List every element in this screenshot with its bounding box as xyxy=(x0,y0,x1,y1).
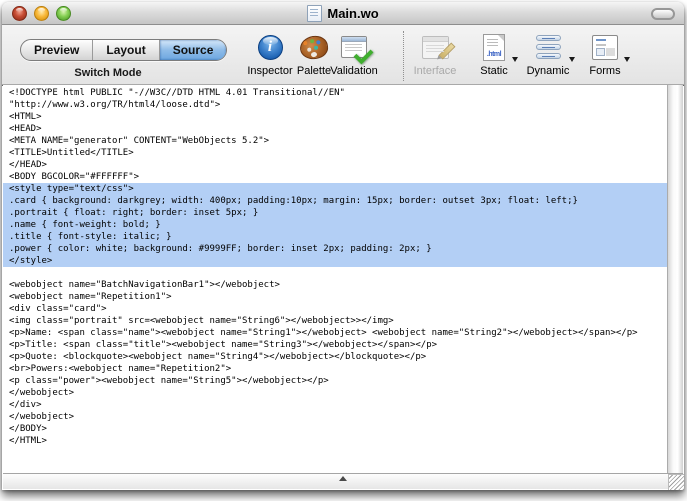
tab-source[interactable]: Source xyxy=(160,40,227,60)
editor-area: <!DOCTYPE html PUBLIC "-//W3C//DTD HTML … xyxy=(3,85,683,473)
resize-grip[interactable] xyxy=(668,474,684,490)
toolbar-toggle-button[interactable] xyxy=(651,8,675,20)
code-line[interactable]: <webobject name="BatchNavigationBar1"></… xyxy=(3,279,667,291)
forms-label: Forms xyxy=(582,65,628,77)
code-line[interactable]: <p>Quote: <blockquote><webobject name="S… xyxy=(3,351,667,363)
code-line[interactable]: <webobject name="Repetition1"> xyxy=(3,291,667,303)
interface-button: Interface xyxy=(410,30,460,77)
splitter-caret-icon xyxy=(339,476,347,481)
code-line[interactable]: <BODY BGCOLOR="#FFFFFF"> xyxy=(3,171,667,183)
inspector-label: Inspector xyxy=(244,65,296,77)
screen: Main.wo Preview Layout Source Switch Mod… xyxy=(0,0,687,501)
code-line[interactable]: <!DOCTYPE html PUBLIC "-//W3C//DTD HTML … xyxy=(3,87,667,99)
button-stack-icon xyxy=(536,34,561,60)
code-line[interactable]: </style> xyxy=(3,255,667,267)
dropdown-arrow-icon xyxy=(569,57,575,62)
code-line[interactable]: </BODY> xyxy=(3,423,667,435)
window-pencil-icon xyxy=(422,36,449,59)
code-line[interactable]: <p>Name: <span class="name"><webobject n… xyxy=(3,327,667,339)
pencil-icon xyxy=(438,42,455,59)
code-line[interactable]: .card { background: darkgrey; width: 400… xyxy=(3,195,667,207)
static-button[interactable]: .html Static xyxy=(472,30,516,77)
inspector-button[interactable]: i Inspector xyxy=(244,30,296,77)
minimize-button[interactable] xyxy=(34,6,49,21)
palette-icon xyxy=(299,34,330,61)
dropdown-arrow-icon xyxy=(512,57,518,62)
code-line[interactable]: <div class="card"> xyxy=(3,303,667,315)
code-line[interactable]: </HTML> xyxy=(3,435,667,447)
html-document-icon: .html xyxy=(483,34,505,61)
code-line[interactable]: .power { color: white; background: #9999… xyxy=(3,243,667,255)
code-line[interactable]: <img class="portrait" src=<webobject nam… xyxy=(3,315,667,327)
form-window-icon xyxy=(592,35,618,60)
validation-label: Validation xyxy=(328,65,380,77)
code-line[interactable]: <TITLE>Untitled</TITLE> xyxy=(3,147,667,159)
document-icon xyxy=(307,5,322,22)
dynamic-button[interactable]: Dynamic xyxy=(523,30,573,77)
code-line[interactable]: "http://www.w3.org/TR/html4/loose.dtd"> xyxy=(3,99,667,111)
toolbar-separator xyxy=(403,31,404,81)
dynamic-label: Dynamic xyxy=(523,65,573,77)
validation-button[interactable]: Validation xyxy=(328,30,380,77)
window-title: Main.wo xyxy=(327,6,378,21)
close-button[interactable] xyxy=(12,6,27,21)
toolbar: Preview Layout Source Switch Mode i Insp… xyxy=(2,25,684,86)
dropdown-arrow-icon xyxy=(624,57,630,62)
tab-layout[interactable]: Layout xyxy=(93,40,159,60)
forms-button[interactable]: Forms xyxy=(582,30,628,77)
interface-label: Interface xyxy=(410,65,460,77)
info-circle-icon: i xyxy=(258,35,283,60)
code-line[interactable]: <HTML> xyxy=(3,111,667,123)
vertical-scrollbar[interactable] xyxy=(667,85,683,473)
bottom-splitter-bar[interactable] xyxy=(3,473,683,489)
tab-preview[interactable]: Preview xyxy=(21,40,93,60)
code-line[interactable]: .name { font-weight: bold; } xyxy=(3,219,667,231)
code-line[interactable]: </div> xyxy=(3,399,667,411)
static-label: Static xyxy=(472,65,516,77)
traffic-lights xyxy=(12,6,71,21)
code-line[interactable]: <META NAME="generator" CONTENT="WebObjec… xyxy=(3,135,667,147)
code-line[interactable]: <br>Powers:<webobject name="Repetition2"… xyxy=(3,363,667,375)
code-line[interactable]: .portrait { float: right; border: inset … xyxy=(3,207,667,219)
code-line[interactable]: <p class="power"><webobject name="String… xyxy=(3,375,667,387)
green-check-icon xyxy=(354,45,374,65)
mode-segmented-control: Preview Layout Source xyxy=(20,39,227,61)
code-line[interactable]: <style type="text/css"> xyxy=(3,183,667,195)
window-title-group: Main.wo xyxy=(307,5,378,22)
code-line[interactable]: <p>Title: <span class="title"><webobject… xyxy=(3,339,667,351)
switch-mode-label: Switch Mode xyxy=(20,67,196,79)
zoom-button[interactable] xyxy=(56,6,71,21)
code-line[interactable]: </webobject> xyxy=(3,387,667,399)
code-line[interactable] xyxy=(3,267,667,279)
code-line[interactable]: <HEAD> xyxy=(3,123,667,135)
page-check-icon xyxy=(341,36,367,58)
code-line[interactable]: </webobject> xyxy=(3,411,667,423)
code-line[interactable]: .title { font-style: italic; } xyxy=(3,231,667,243)
title-bar: Main.wo xyxy=(2,2,684,25)
source-code-view[interactable]: <!DOCTYPE html PUBLIC "-//W3C//DTD HTML … xyxy=(3,85,667,473)
main-window: Main.wo Preview Layout Source Switch Mod… xyxy=(2,2,684,490)
code-line[interactable]: </HEAD> xyxy=(3,159,667,171)
